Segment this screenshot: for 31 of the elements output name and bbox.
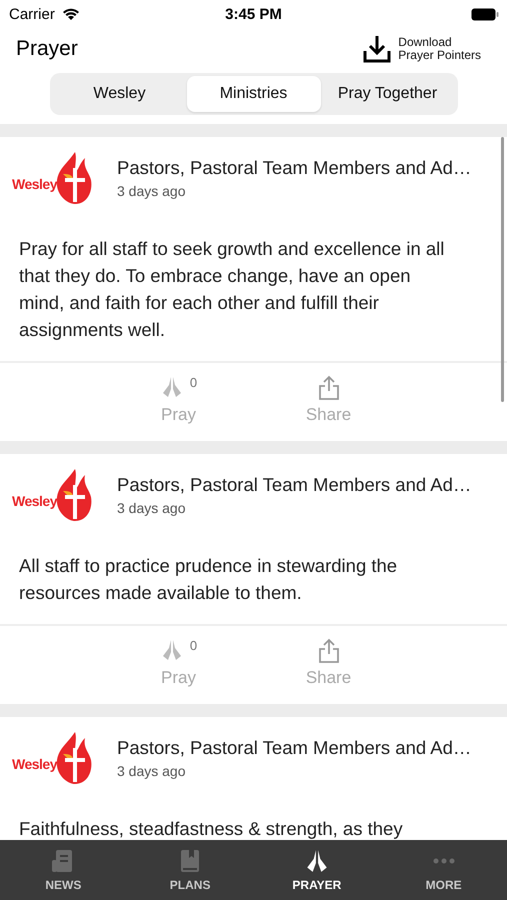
post-time: 3 days ago	[117, 183, 186, 199]
wifi-icon	[60, 7, 81, 21]
church-logo: Wesley	[12, 730, 107, 786]
battery-icon	[471, 8, 499, 20]
share-icon	[316, 638, 340, 664]
more-icon	[432, 858, 455, 864]
segment-tab[interactable]: Pray Together	[320, 76, 454, 112]
post-title: Pastors, Pastoral Team Members and Ad…	[117, 737, 472, 759]
tab-bar-item[interactable]: PLANS	[126, 840, 254, 900]
church-logo: Wesley	[12, 150, 107, 206]
page-title: Prayer	[16, 37, 78, 61]
clock-time: 3:45 PM	[224, 6, 283, 22]
segment-tab[interactable]: Ministries	[186, 76, 320, 112]
post-time: 3 days ago	[117, 763, 186, 779]
download-button[interactable]: Download Prayer Pointers	[362, 34, 481, 64]
download-icon	[362, 34, 392, 64]
post-title: Pastors, Pastoral Team Members and Ad…	[117, 474, 472, 496]
segment-tab[interactable]: Wesley	[52, 76, 186, 112]
post-text: All staff to practice prudence in stewarding the resources made available to them.	[19, 554, 398, 605]
post-text: Faithfulness, steadfastness & strength, as they	[19, 817, 404, 840]
share-icon	[316, 375, 340, 401]
post-text: Pray for all staff to seek growth and excellence in all that they do. To embrace change, have an open mind, and faith for each other and fulfill their assignments well.	[19, 237, 446, 342]
pray-button[interactable]: 0 Pray	[134, 638, 224, 688]
tab-bar-item[interactable]: NEWS	[0, 840, 127, 900]
tab-bar-item[interactable]: MORE	[380, 840, 507, 900]
post-title: Pastors, Pastoral Team Members and Ad…	[117, 157, 472, 179]
tab-bar-item[interactable]: PRAYER	[254, 840, 380, 900]
church-logo: Wesley	[12, 467, 107, 523]
pray-button[interactable]: 0 Pray	[134, 375, 224, 425]
post-time: 3 days ago	[117, 500, 186, 516]
carrier-label: Carrier	[9, 6, 55, 22]
